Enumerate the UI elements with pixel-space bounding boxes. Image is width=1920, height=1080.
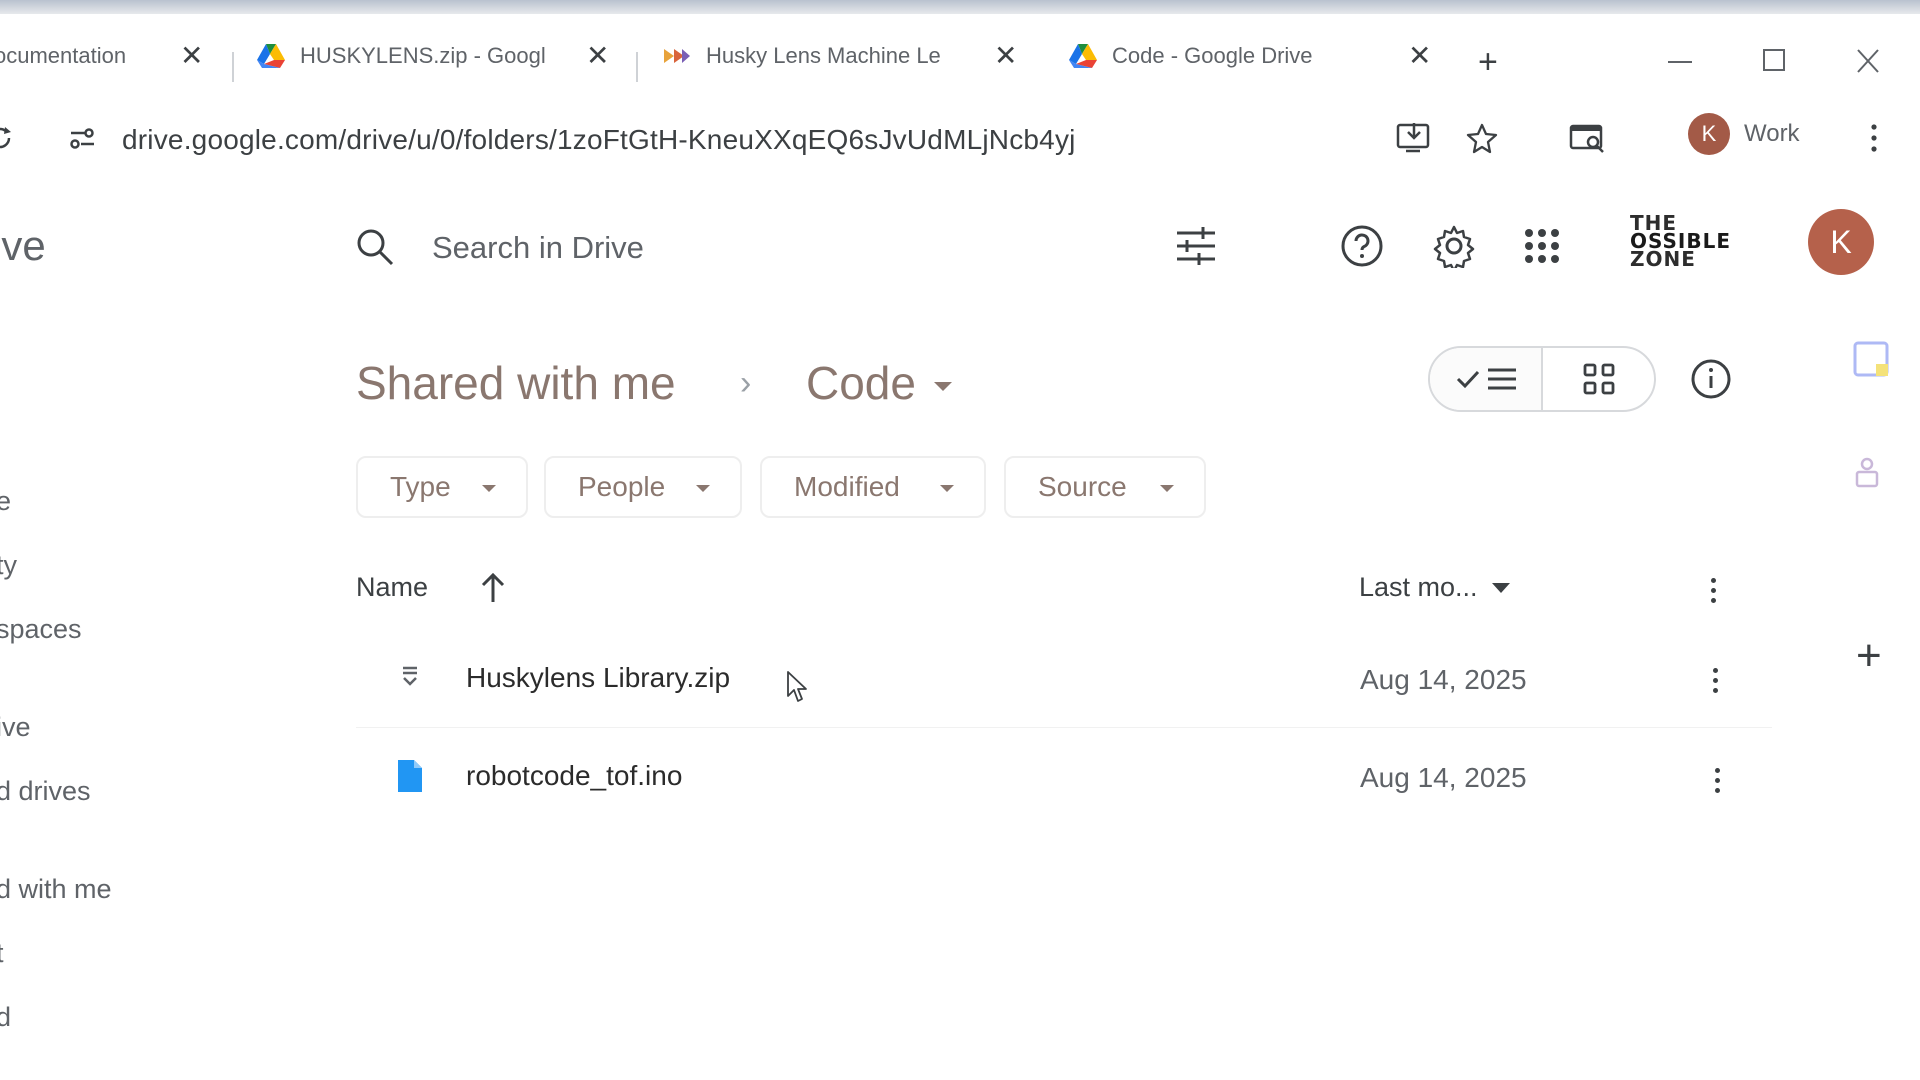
file-more-actions-icon[interactable] — [1702, 760, 1732, 800]
search-input[interactable] — [432, 224, 1132, 272]
list-view-button[interactable] — [1430, 348, 1543, 410]
filter-type-chip[interactable]: Type — [356, 456, 528, 518]
calendar-app-icon[interactable] — [1852, 340, 1890, 383]
google-drive-icon — [1068, 41, 1098, 71]
breadcrumb-current-folder[interactable]: Code — [806, 356, 952, 410]
tab-close-icon[interactable]: ✕ — [1408, 36, 1431, 76]
search-icon[interactable] — [354, 226, 396, 268]
file-more-actions-icon[interactable] — [1700, 660, 1730, 700]
file-modified-date: Aug 14, 2025 — [1360, 762, 1527, 793]
file-row[interactable]: Huskylens Library.zip Aug 14, 2025 — [356, 632, 1772, 728]
account-avatar[interactable]: K — [1808, 209, 1874, 275]
organization-logo: THE OSSIBLE ZONE — [1630, 211, 1732, 271]
contacts-app-icon[interactable] — [1852, 456, 1882, 495]
tab-close-icon[interactable]: ✕ — [586, 36, 609, 76]
sidebar-item-recent[interactable]: t — [0, 938, 4, 969]
chevron-down-icon — [1160, 485, 1174, 492]
file-name[interactable]: Huskylens Library.zip — [466, 662, 730, 694]
address-bar-row: drive.google.com/drive/u/0/folders/1zoFt… — [0, 94, 1920, 184]
profile-avatar: K — [1688, 113, 1730, 155]
sort-ascending-arrow-icon[interactable] — [478, 570, 508, 604]
tab-close-icon[interactable]: ✕ — [994, 36, 1017, 76]
browser-menu-icon[interactable] — [1852, 116, 1896, 160]
sidebar-item-home[interactable]: e — [0, 486, 11, 517]
breadcrumb-separator: › — [740, 364, 752, 402]
tab-title: Code - Google Drive — [1112, 43, 1313, 68]
breadcrumb-shared-with-me[interactable]: Shared with me — [356, 356, 676, 410]
search-tab-icon[interactable] — [1566, 116, 1610, 160]
filter-source-chip[interactable]: Source — [1004, 456, 1206, 518]
mouse-pointer-icon — [786, 670, 808, 704]
filter-modified-chip[interactable]: Modified — [760, 456, 986, 518]
zip-file-icon — [394, 660, 426, 696]
profile-label: Work — [1744, 120, 1800, 147]
filter-people-chip[interactable]: People — [544, 456, 742, 518]
file-name[interactable]: robotcode_tof.ino — [466, 760, 682, 792]
tab-separator — [232, 52, 234, 82]
site-settings-icon[interactable] — [60, 116, 104, 160]
chevron-down-icon — [482, 485, 496, 492]
settings-gear-icon[interactable] — [1428, 220, 1480, 272]
tab-title: HUSKYLENS.zip - Googl — [300, 43, 546, 68]
sidebar-item-shared-with-me[interactable]: d with me — [0, 874, 112, 905]
sidebar-item-shared-drives[interactable]: d drives — [0, 776, 91, 807]
chevron-down-icon — [1491, 582, 1510, 593]
chevron-down-icon — [696, 485, 710, 492]
file-modified-date: Aug 14, 2025 — [1360, 664, 1527, 695]
sidebar-item-starred[interactable]: d — [0, 1002, 11, 1033]
folder-title: Code — [806, 357, 916, 409]
sidebar-item-activity[interactable]: ty — [0, 550, 17, 581]
maximize-button[interactable] — [1760, 42, 1788, 93]
column-options-more-icon[interactable] — [1698, 570, 1728, 610]
chevron-down-icon — [940, 485, 954, 492]
column-header-last-modified[interactable]: Last mo... — [1359, 572, 1510, 603]
document-file-icon — [394, 758, 426, 794]
install-app-icon[interactable] — [1392, 116, 1436, 160]
search-options-icon[interactable] — [1170, 220, 1222, 272]
tab-close-icon[interactable]: ✕ — [180, 36, 203, 76]
close-window-button[interactable] — [1854, 42, 1882, 93]
column-header-label: Last mo... — [1359, 572, 1478, 602]
grid-view-button[interactable] — [1543, 348, 1654, 410]
column-header-name[interactable]: Name — [356, 572, 428, 603]
drive-logo-text[interactable]: ive — [0, 222, 46, 270]
window-top-strip — [0, 0, 1920, 14]
tab-code-google-drive[interactable]: Code - Google Drive ✕ — [1068, 36, 1431, 76]
get-addons-button[interactable]: + — [1856, 634, 1882, 678]
tab-separator — [636, 52, 638, 82]
view-toggle — [1428, 346, 1656, 412]
chip-label: People — [578, 471, 666, 502]
sidebar-item-workspaces[interactable]: spaces — [0, 614, 82, 645]
profile-button[interactable]: K Work — [1688, 110, 1800, 158]
address-bar-url[interactable]: drive.google.com/drive/u/0/folders/1zoFt… — [122, 124, 1076, 156]
tab-title: Husky Lens Machine Le — [706, 43, 941, 68]
tab-bar: ocumentation ✕ HUSKYLENS.zip - Googl ✕ H… — [0, 14, 1920, 94]
chip-label: Source — [1038, 471, 1127, 502]
reload-icon[interactable] — [0, 116, 22, 160]
row-divider — [356, 727, 1772, 728]
tab-husky-lens-video[interactable]: Husky Lens Machine Le ✕ — [662, 36, 1017, 76]
play-icon — [662, 41, 692, 71]
file-row[interactable]: robotcode_tof.ino Aug 14, 2025 — [356, 730, 1772, 826]
help-icon[interactable] — [1336, 220, 1388, 272]
minimize-button[interactable] — [1666, 42, 1694, 93]
details-info-icon[interactable] — [1686, 354, 1736, 404]
new-tab-button[interactable]: + — [1478, 42, 1498, 82]
chip-label: Type — [390, 471, 451, 502]
google-drive-icon — [256, 41, 286, 71]
tab-huskylens-zip[interactable]: HUSKYLENS.zip - Googl ✕ — [256, 36, 609, 76]
sidebar-item-my-drive[interactable]: ive — [0, 712, 31, 743]
apps-grid-icon[interactable] — [1516, 220, 1568, 272]
chip-label: Modified — [794, 471, 900, 502]
folder-menu-caret-icon — [933, 381, 952, 391]
tab-documentation[interactable]: ocumentation ✕ — [0, 36, 203, 76]
tab-title: ocumentation — [0, 43, 127, 68]
bookmark-star-icon[interactable] — [1460, 116, 1504, 160]
